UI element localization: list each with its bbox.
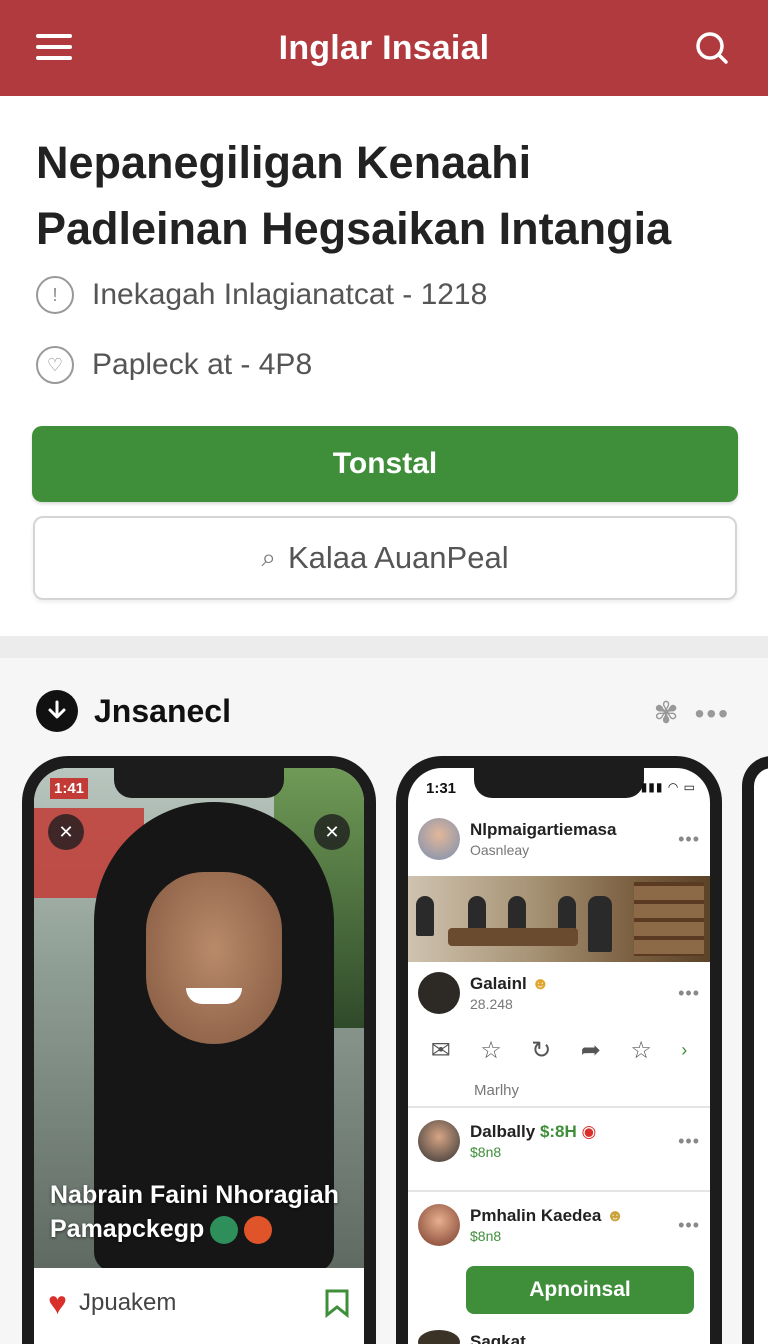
star-icon[interactable]: ☆ — [480, 1036, 502, 1065]
close-icon[interactable]: ✕ — [314, 814, 350, 850]
phone-preview-3 — [742, 756, 768, 1344]
status-icons: ▮▮▮ ◠ ▭ — [640, 780, 696, 794]
more-icon[interactable]: ••• — [678, 829, 700, 850]
post-sub: $8n8 — [470, 1144, 502, 1160]
post-header-2[interactable]: Galainl ☻ 28.248 ••• — [408, 972, 710, 1014]
caption-line-1: Nabrain Faini Nhoragiah — [50, 1181, 339, 1209]
post-header-3[interactable]: Dalbally $:8H ◉ $8n8 ••• — [408, 1120, 710, 1162]
more-icon[interactable]: ••• — [678, 1215, 700, 1236]
bottom-name: Jpuakem — [79, 1289, 177, 1316]
post-actions: ✉ ☆ ↻ ➦ ☆ › — [408, 1036, 710, 1065]
photo-caption: Nabrain Faini Nhoragiah Pamapckegp — [50, 1178, 364, 1246]
meta-row-1: ! Inekagah Inlagianatcat - 1218 — [36, 276, 487, 314]
phone-screen-1: 1:41 ✕ ✕ Nabrain Faini Nhoragiah Pamapck… — [34, 768, 364, 1344]
phone1-bottom-bar: ♥ Jpuakem — [34, 1268, 364, 1338]
bookmark-icon[interactable] — [324, 1288, 350, 1318]
post-sub: 28.248 — [470, 996, 513, 1012]
search-icon[interactable] — [694, 28, 730, 68]
divider — [408, 1106, 710, 1108]
emoji-icon — [244, 1216, 273, 1245]
search-icon: ⌕ — [261, 542, 276, 572]
more-icon[interactable]: ••• — [678, 1131, 700, 1152]
meta-row-2: ♡ Papleck at - 4P8 — [36, 346, 312, 384]
post-header-4[interactable]: Pmhalin Kaedea ☻ $8n8 ••• — [408, 1204, 710, 1246]
page-title: Nepanegiligan Kenaahi Padleinan Hegsaika… — [36, 137, 672, 254]
primary-button[interactable]: Tonstal — [32, 426, 738, 502]
info-icon: ! — [36, 276, 74, 314]
post-header-5[interactable]: Saqkat — [408, 1330, 710, 1344]
app-header: Inglar Insaial — [0, 0, 768, 96]
emoji-icon: ☻ — [606, 1206, 624, 1225]
flower-icon[interactable]: ✾ — [653, 696, 678, 731]
feed-section: Jnsanecl ✾ ••• 1:41 ✕ ✕ Nabrain Faini Nh… — [0, 658, 768, 1344]
post-author: Pmhalin Kaedea — [470, 1206, 602, 1225]
post-author: Nlpmaigartiemasa — [470, 820, 617, 839]
secondary-button-label: Kalaa AuanPeal — [287, 540, 509, 575]
emoji-icon — [210, 1216, 239, 1245]
download-icon[interactable] — [36, 690, 78, 732]
star-icon[interactable]: ☆ — [630, 1036, 652, 1065]
section-divider — [0, 636, 768, 658]
avatar — [418, 972, 460, 1014]
close-icon[interactable]: ✕ — [48, 814, 84, 850]
section-title: Jnsanecl — [94, 692, 231, 729]
refresh-icon[interactable]: ↻ — [531, 1036, 551, 1065]
phone-preview-2: 1:31 ▮▮▮ ◠ ▭ Nlpmaigartiemasa Oasnleay ••… — [396, 756, 722, 1344]
heart-circle-icon: ♡ — [36, 346, 74, 384]
phone-notch — [114, 768, 284, 798]
post-author: Saqkat — [470, 1332, 526, 1344]
mail-icon[interactable]: ✉ — [431, 1036, 451, 1065]
phone-screen-3 — [754, 768, 768, 1344]
post-sub: $8n8 — [470, 1228, 502, 1244]
avatar — [418, 1120, 460, 1162]
post-tag: $:8H — [539, 1122, 577, 1141]
app-title: Inglar Insaial — [278, 28, 490, 67]
post-header-1[interactable]: Nlpmaigartiemasa Oasnleay ••• — [408, 818, 710, 860]
phone-screen-2: 1:31 ▮▮▮ ◠ ▭ Nlpmaigartiemasa Oasnleay ••… — [408, 768, 710, 1344]
post-author: Dalbally — [470, 1122, 536, 1141]
avatar — [418, 818, 460, 860]
post-image — [408, 876, 710, 962]
record-icon: ◉ — [576, 1122, 597, 1141]
menu-icon[interactable] — [36, 34, 72, 62]
post-sub: Oasnleay — [470, 842, 530, 858]
avatar — [418, 1204, 460, 1246]
section-header: Jnsanecl — [36, 690, 231, 732]
phone-preview-1: 1:41 ✕ ✕ Nabrain Faini Nhoragiah Pamapck… — [22, 756, 376, 1344]
chevron-right-icon[interactable]: › — [681, 1040, 687, 1061]
divider — [408, 1190, 710, 1192]
section-tools: ✾ ••• — [653, 696, 730, 731]
emoji-icon: ☻ — [531, 974, 550, 993]
heart-icon[interactable]: ♥ — [48, 1285, 67, 1322]
meta-text-1: Inekagah Inlagianatcat - 1218 — [92, 278, 488, 311]
meta-text-2: Papleck at - 4P8 — [92, 348, 313, 381]
status-time: 1:41 — [50, 778, 89, 799]
caption-line-2: Pamapckegp — [50, 1215, 205, 1243]
share-icon[interactable]: ➦ — [581, 1036, 601, 1065]
actions-label: Marlhy — [474, 1082, 520, 1099]
action-button[interactable]: Apnoinsal — [466, 1266, 694, 1314]
status-time: 1:31 — [426, 780, 457, 797]
more-icon[interactable]: ••• — [678, 983, 700, 1004]
hero-card: Nepanegiligan Kenaahi Padleinan Hegsaika… — [0, 96, 768, 636]
more-options-icon[interactable]: ••• — [695, 698, 730, 730]
secondary-button[interactable]: ⌕ Kalaa AuanPeal — [33, 516, 737, 600]
post-author: Galainl — [470, 974, 527, 993]
avatar — [418, 1330, 460, 1344]
phone-notch — [474, 768, 644, 798]
